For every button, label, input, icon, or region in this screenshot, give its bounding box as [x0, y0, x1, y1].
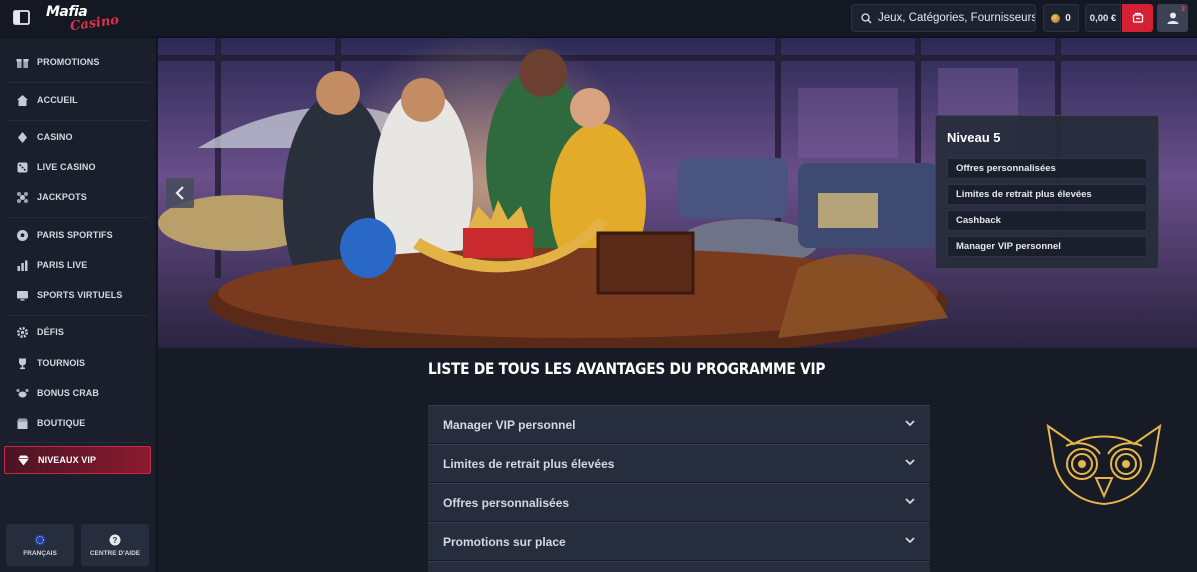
language-label: FRANÇAIS	[23, 549, 57, 557]
coins-value: 0	[1065, 12, 1071, 24]
divider	[8, 217, 149, 218]
trophy-icon	[15, 356, 29, 370]
divider	[8, 315, 149, 316]
accordion-label: Promotions sur place	[443, 534, 566, 549]
divider	[8, 442, 149, 443]
sidebar-item-label: BONUS CRAB	[37, 388, 100, 398]
sidebar-item-tournois[interactable]: TOURNOIS	[0, 349, 157, 377]
sidebar-item-niveaux-vip[interactable]: NIVEAUX VIP	[4, 446, 151, 474]
sidebar-item-promotions[interactable]: PROMOTIONS	[0, 48, 157, 76]
search-icon	[861, 12, 872, 23]
sidebar-item-label: JACKPOTS	[37, 192, 87, 202]
crab-icon	[15, 386, 29, 400]
chevron-down-icon	[905, 459, 915, 466]
accordion-label: Limites de retrait plus élevées	[443, 456, 615, 471]
sidebar-item-jackpots[interactable]: JACKPOTS	[0, 183, 157, 211]
accordion-label: Offres personnalisées	[443, 495, 570, 510]
divider	[8, 120, 149, 121]
live-chart-icon	[15, 258, 29, 272]
sidebar: PROMOTIONS ACCUEIL CASINO LIVE CASINO JA…	[0, 38, 157, 572]
vip-hero-banner: Niveau 5 Offres personnalisées Limites d…	[158, 38, 1197, 348]
football-icon	[15, 228, 29, 242]
sidebar-item-sports-virtuels[interactable]: SPORTS VIRTUELS	[0, 281, 157, 309]
shop-icon	[15, 416, 29, 430]
chevron-down-icon	[905, 420, 915, 427]
accordion-item-limites-retrait[interactable]: Limites de retrait plus élevées	[428, 444, 930, 482]
coins-balance[interactable]: 0	[1043, 4, 1079, 32]
help-center-button[interactable]: ? CENTRE D'AIDE	[81, 524, 149, 566]
dice-icon	[15, 160, 29, 174]
sidebar-item-casino[interactable]: CASINO	[0, 123, 157, 151]
sidebar-item-accueil[interactable]: ACCUEIL	[0, 86, 157, 114]
section-title: LISTE DE TOUS LES AVANTAGES DU PROGRAMME…	[428, 359, 826, 378]
help-label: CENTRE D'AIDE	[89, 549, 141, 557]
diamond-icon	[16, 453, 30, 467]
accordion-item-manager-vip[interactable]: Manager VIP personnel	[428, 405, 930, 443]
gift-icon	[15, 55, 29, 69]
vip-perk-item: Cashback	[947, 210, 1147, 231]
sidebar-item-label: PARIS SPORTIFS	[37, 230, 113, 240]
sidebar-item-label: BOUTIQUE	[37, 418, 86, 428]
gear-icon	[15, 325, 29, 339]
notification-count: 3	[1181, 6, 1185, 13]
help-icon: ?	[109, 534, 121, 545]
sidebar-item-label: PROMOTIONS	[37, 57, 100, 67]
sidebar-item-boutique[interactable]: BOUTIQUE	[0, 409, 157, 437]
vip-perk-item: Offres personnalisées	[947, 158, 1147, 179]
deposit-button[interactable]	[1122, 4, 1153, 32]
sidebar-item-label: DÉFIS	[37, 327, 65, 337]
jackpot-icon	[15, 190, 29, 204]
sidebar-toggle-icon[interactable]	[12, 9, 32, 27]
coin-icon	[1051, 13, 1061, 23]
monitor-icon	[15, 288, 29, 302]
divider	[8, 82, 149, 83]
sidebar-item-label: NIVEAUX VIP	[38, 455, 97, 465]
vip-level-title: Niveau 5	[947, 130, 1001, 145]
sidebar-item-paris-live[interactable]: PARIS LIVE	[0, 251, 157, 279]
chevron-down-icon	[905, 498, 915, 505]
accordion-item-promotions-sur-place[interactable]: Promotions sur place	[428, 522, 930, 560]
chevron-down-icon	[905, 537, 915, 544]
accordion-label: Manager VIP personnel	[443, 417, 576, 432]
vip-perk-item: Limites de retrait plus élevées	[947, 184, 1147, 205]
user-icon	[1167, 12, 1178, 24]
sidebar-item-label: LIVE CASINO	[37, 162, 96, 172]
vip-level-card: Niveau 5 Offres personnalisées Limites d…	[935, 115, 1159, 269]
owl-emblem-icon	[1046, 423, 1162, 506]
search-box[interactable]	[851, 4, 1036, 32]
sidebar-item-bonus-crab[interactable]: BONUS CRAB	[0, 379, 157, 407]
vip-perk-item: Manager VIP personnel	[947, 236, 1147, 257]
wallet-icon	[1132, 12, 1143, 23]
cards-icon	[15, 130, 29, 144]
sidebar-item-label: SPORTS VIRTUELS	[37, 290, 123, 300]
sidebar-item-label: CASINO	[37, 132, 73, 142]
svg-text:?: ?	[113, 536, 118, 545]
search-input[interactable]	[878, 12, 1035, 24]
top-bar: Mafia Casino 0 0,00 € 3	[0, 0, 1197, 38]
balance-value: 0,00 €	[1089, 12, 1117, 24]
eu-flag-icon	[34, 534, 46, 545]
language-button[interactable]: FRANÇAIS	[6, 524, 74, 566]
home-icon	[15, 93, 29, 107]
wallet-balance[interactable]: 0,00 €	[1085, 4, 1121, 32]
sidebar-item-label: TOURNOIS	[37, 358, 86, 368]
accordion-item-partial[interactable]	[428, 561, 930, 572]
user-account-button[interactable]: 3	[1157, 4, 1188, 32]
mafia-casino-logo[interactable]: Mafia Casino	[46, 3, 120, 35]
sidebar-item-label: PARIS LIVE	[37, 260, 88, 270]
slider-prev-button[interactable]	[166, 178, 194, 208]
accordion-item-offres-personnalisees[interactable]: Offres personnalisées	[428, 483, 930, 521]
chevron-left-icon	[175, 186, 184, 200]
sidebar-item-live-casino[interactable]: LIVE CASINO	[0, 153, 157, 181]
sidebar-item-paris-sportifs[interactable]: PARIS SPORTIFS	[0, 221, 157, 249]
sidebar-item-label: ACCUEIL	[37, 95, 78, 105]
sidebar-item-defis[interactable]: DÉFIS	[0, 318, 157, 346]
